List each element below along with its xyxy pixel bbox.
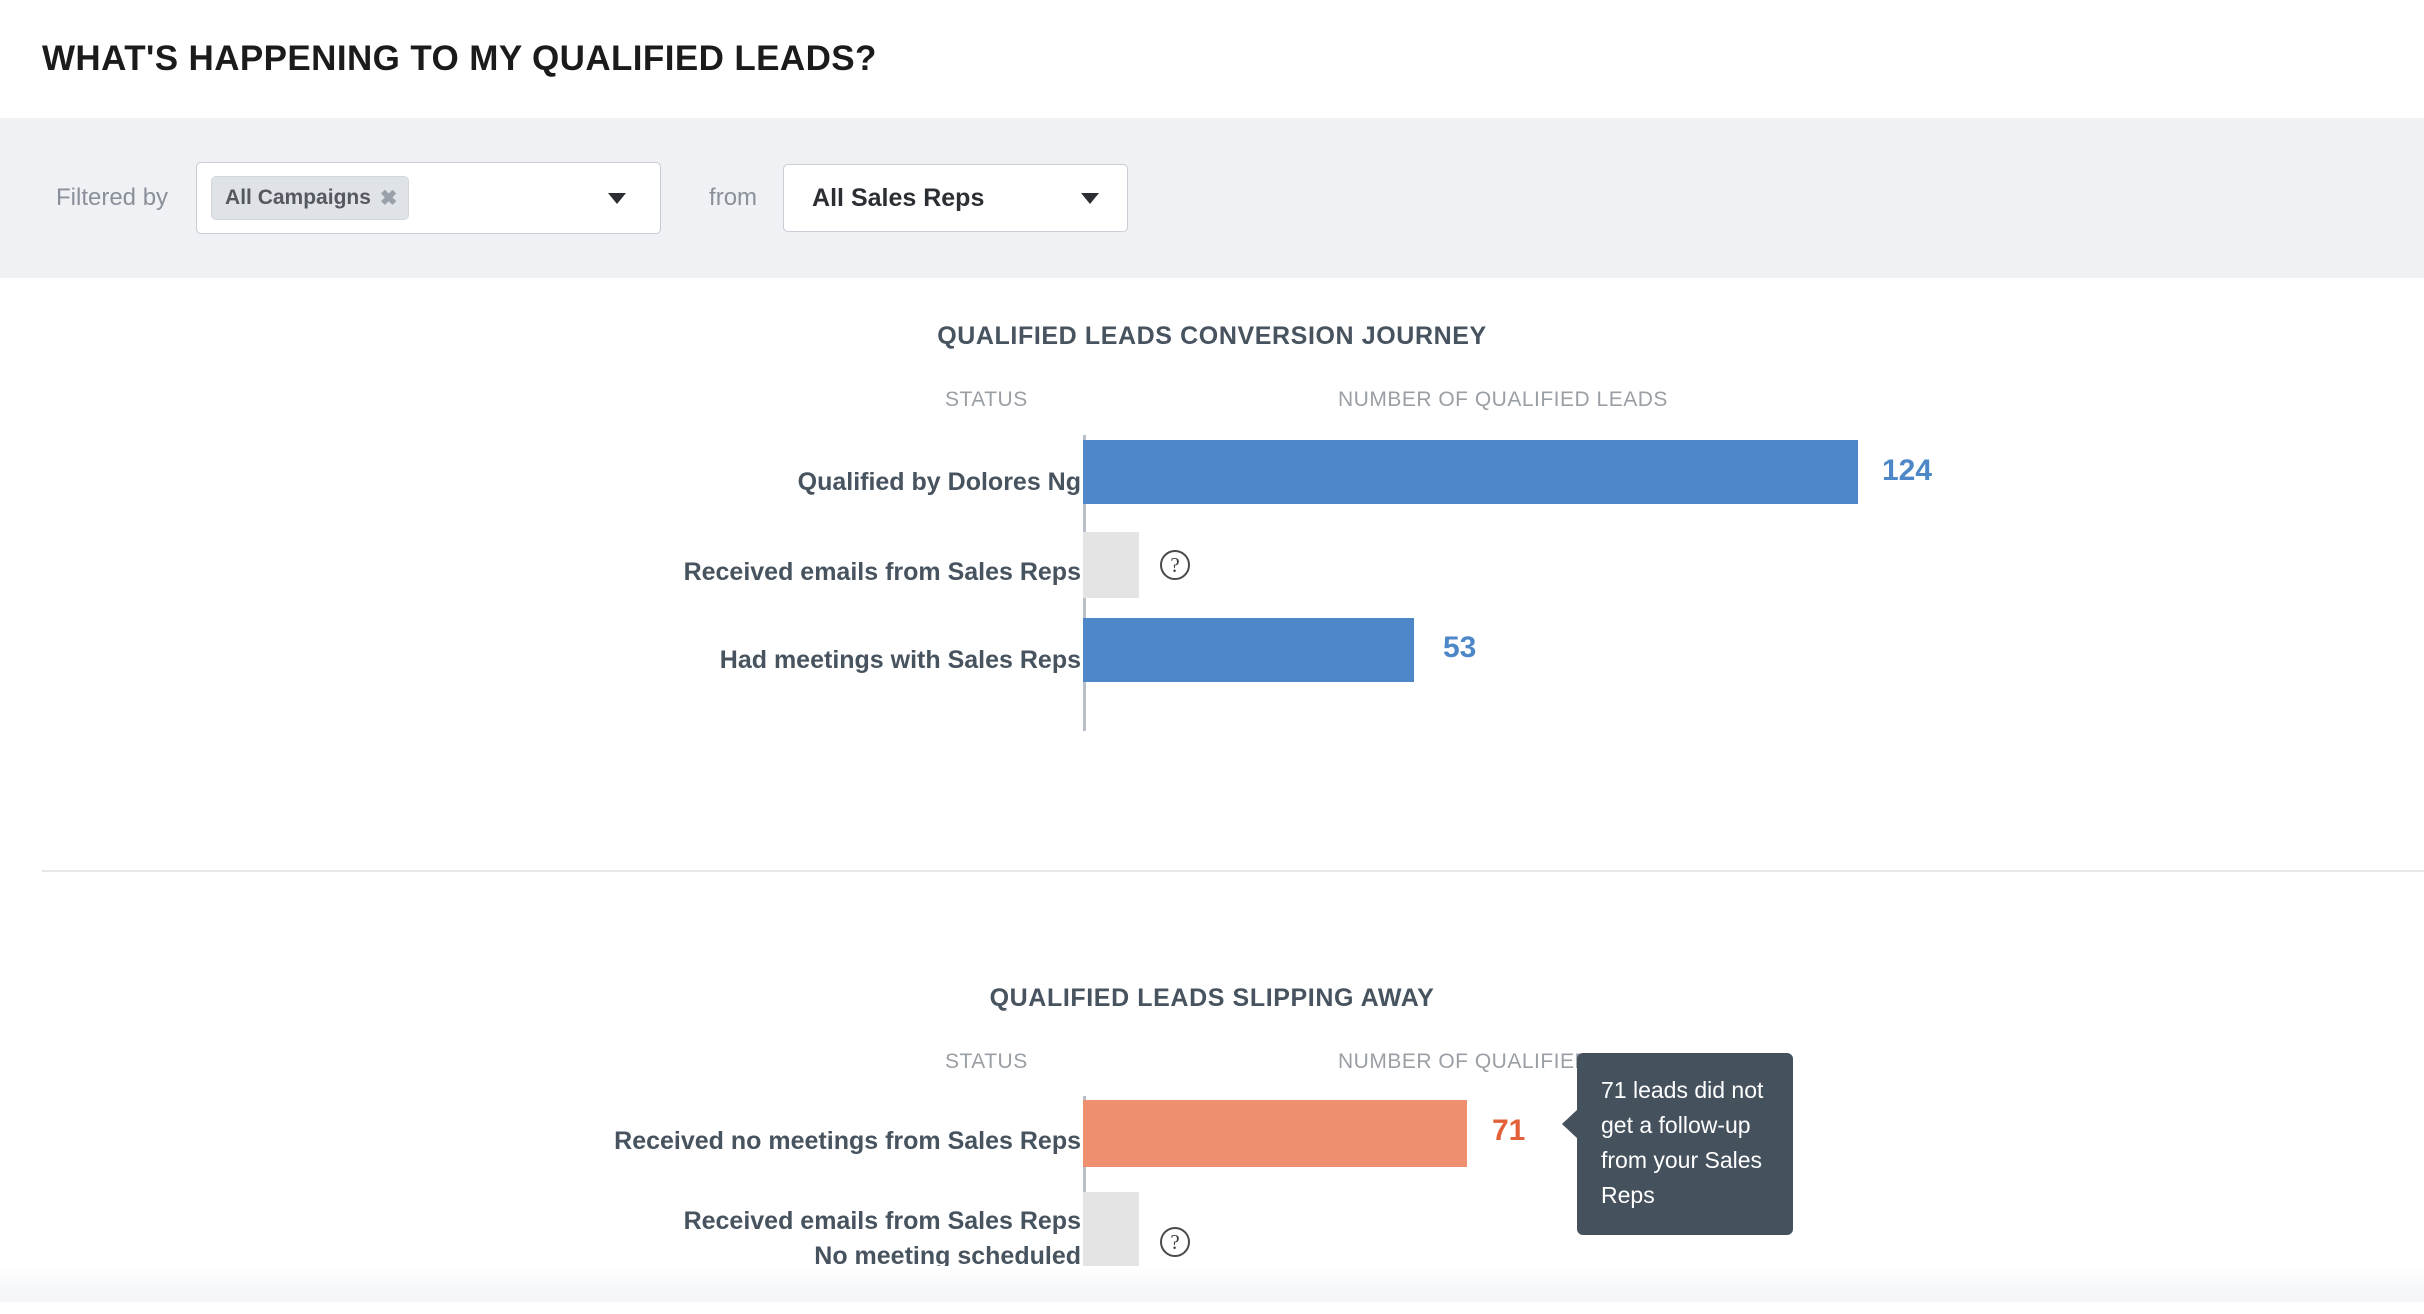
chart1-bar-value-2: 53: [1443, 631, 1477, 664]
sales-rep-filter-value: All Sales Reps: [812, 183, 985, 212]
chart2-bar-value-0: 71: [1492, 1114, 1526, 1147]
chart-section-conversion-journey: QUALIFIED LEADS CONVERSION JOURNEY STATU…: [0, 278, 2424, 872]
chart1-row-label-2: Had meetings with Sales Reps: [719, 646, 1081, 674]
help-circle-icon[interactable]: ?: [1160, 1227, 1190, 1257]
chart2-row-label-1: Received emails from Sales Reps No meeti…: [684, 1204, 1081, 1273]
chart1-bar-0[interactable]: [1083, 440, 1858, 504]
chart1-title: QUALIFIED LEADS CONVERSION JOURNEY: [937, 322, 1487, 350]
chart2-col-status: STATUS: [945, 1050, 1028, 1073]
chart1-col-value: NUMBER OF QUALIFIED LEADS: [1338, 388, 1668, 411]
campaign-filter-select[interactable]: All Campaigns ✖: [196, 162, 662, 234]
from-label: from: [709, 184, 758, 211]
campaign-filter-chip-label: All Campaigns: [225, 186, 371, 209]
bottom-band: [0, 1266, 2424, 1302]
chart1-row-label-0: Qualified by Dolores Ng: [797, 468, 1081, 496]
chart1-body: Qualified by Dolores Ng 124 Received ema…: [0, 422, 2424, 822]
chart1-col-status: STATUS: [945, 388, 1028, 411]
bar-tooltip: 71 leads did not get a follow-up from yo…: [1562, 1053, 1793, 1235]
filter-bar: Filtered by All Campaigns ✖ from All Sal…: [0, 118, 2424, 278]
chart1-bar-1-placeholder[interactable]: [1083, 532, 1139, 598]
page-title: WHAT'S HAPPENING TO MY QUALIFIED LEADS?: [42, 39, 877, 78]
chart2-column-headers: STATUS NUMBER OF QUALIFIED LEADS: [0, 1050, 2424, 1084]
chevron-down-icon[interactable]: [608, 192, 627, 204]
close-icon[interactable]: ✖: [380, 188, 398, 209]
chart2-row-label-1-line1: Received emails from Sales Reps: [683, 1207, 1081, 1235]
chart2-row-label-0: Received no meetings from Sales Reps: [614, 1127, 1081, 1155]
chevron-down-icon[interactable]: [1081, 192, 1100, 204]
tooltip-text: 71 leads did not get a follow-up from yo…: [1601, 1077, 1764, 1208]
chart2-bar-0[interactable]: [1083, 1100, 1467, 1167]
campaign-filter-chip[interactable]: All Campaigns ✖: [211, 176, 409, 220]
chart-section-slipping-away: QUALIFIED LEADS SLIPPING AWAY STATUS NUM…: [0, 872, 2424, 1302]
chart2-title: QUALIFIED LEADS SLIPPING AWAY: [989, 984, 1435, 1012]
chart1-bar-value-0: 124: [1882, 454, 1933, 487]
tooltip-arrow: [1562, 1109, 1578, 1139]
chart1-column-headers: STATUS NUMBER OF QUALIFIED LEADS: [0, 388, 2424, 422]
chart1-row-label-1: Received emails from Sales Reps: [683, 558, 1081, 586]
sales-rep-filter-select[interactable]: All Sales Reps: [783, 164, 1129, 232]
help-circle-icon[interactable]: ?: [1160, 550, 1190, 580]
chart1-bar-2[interactable]: [1083, 618, 1414, 682]
filtered-by-label: Filtered by: [56, 184, 169, 211]
page-header: WHAT'S HAPPENING TO MY QUALIFIED LEADS?: [0, 0, 2424, 118]
